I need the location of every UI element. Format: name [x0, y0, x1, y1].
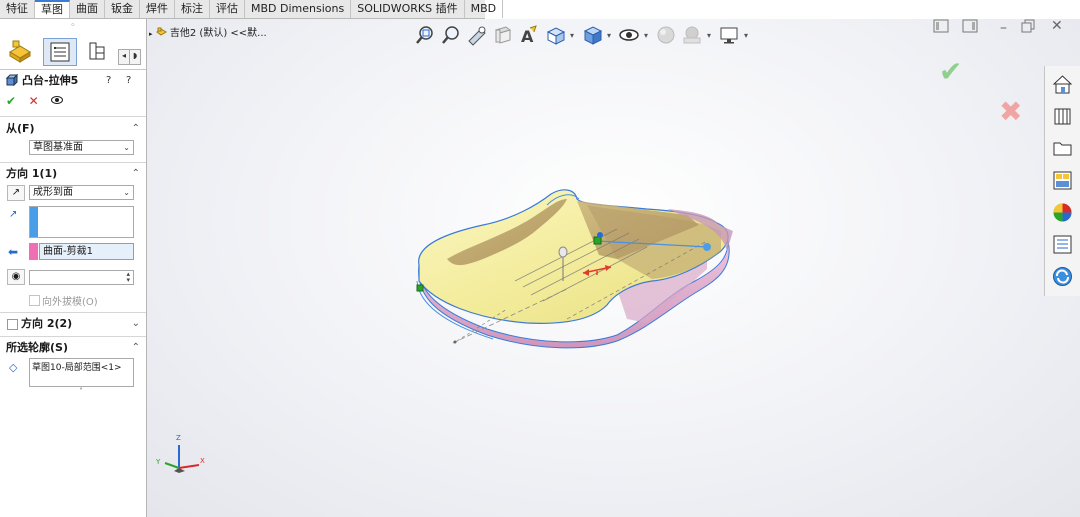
- property-manager: ◦ ◂ ◗ 凸台-拉伸5 ? ? ✔ ✕ 从(F) ⌃ 草图基准面 ⌄ 方向 1…: [0, 19, 147, 517]
- end-condition-combo[interactable]: 成形到面 ⌄: [29, 185, 134, 200]
- sketch-point[interactable]: [597, 232, 603, 238]
- tab-surfaces[interactable]: 曲面: [70, 0, 105, 18]
- sketch-point[interactable]: [593, 236, 602, 245]
- contours-header-text: 所选轮廓(S): [6, 341, 68, 354]
- tab-mbd[interactable]: MBD: [465, 0, 504, 18]
- face-select-icon: ⬅: [8, 245, 19, 259]
- contour-icon: ◇: [9, 361, 18, 374]
- selected-contours-header[interactable]: 所选轮廓(S) ⌃: [0, 340, 146, 356]
- tab-sheet-metal[interactable]: 钣金: [105, 0, 140, 18]
- spinner-icon[interactable]: ▴ ▾: [126, 271, 130, 284]
- feature-title: 凸台-拉伸5 ? ?: [5, 72, 142, 90]
- whats-new-icon[interactable]: ?: [126, 72, 131, 90]
- configuration-icon: [89, 42, 105, 60]
- custom-properties-icon[interactable]: [1050, 232, 1075, 257]
- feature-manager-tab[interactable]: [4, 38, 38, 66]
- solidworks-resources-icon[interactable]: [1050, 72, 1075, 97]
- end-condition-value: 成形到面: [33, 187, 73, 198]
- direction-selection-box[interactable]: [29, 206, 134, 238]
- chevron-down-icon: ⌄: [123, 143, 130, 152]
- selection-pink-bar: [29, 243, 38, 260]
- sketch-point[interactable]: [416, 284, 424, 292]
- direction1-header-text: 方向 1(1): [6, 167, 58, 180]
- expand-chevron-icon[interactable]: ⌄: [132, 316, 140, 332]
- chevron-down-icon: ⌄: [123, 188, 130, 197]
- appearances-icon[interactable]: [1050, 200, 1075, 225]
- tab-annotation[interactable]: 标注: [175, 0, 210, 18]
- from-section-header[interactable]: 从(F) ⌃: [0, 121, 146, 137]
- tabs-scroll-left[interactable]: ◂: [118, 49, 130, 65]
- extrude-icon: [5, 73, 19, 87]
- contour-item[interactable]: 草图10-局部范围<1>: [30, 359, 133, 374]
- tab-weldments[interactable]: 焊件: [140, 0, 175, 18]
- guitar-body-model[interactable]: [147, 19, 1080, 517]
- offset-distance-field[interactable]: ▴ ▾: [29, 270, 134, 285]
- collapse-chevron-icon[interactable]: ⌃: [132, 166, 140, 182]
- offset-distance-icon: ◉: [7, 269, 25, 285]
- tab-sketch[interactable]: 草图: [35, 0, 70, 18]
- triad-z-label: Z: [176, 434, 181, 442]
- feature-tree-icon: [9, 40, 31, 63]
- task-pane: [1044, 66, 1080, 296]
- property-manager-tab[interactable]: [43, 38, 77, 66]
- selection-color-bar: [30, 207, 38, 237]
- direction2-section-header[interactable]: 方向 2(2) ⌄: [0, 316, 146, 332]
- draft-outward-label: 向外拔模(O): [42, 297, 98, 308]
- draft-outward-checkbox[interactable]: [29, 295, 40, 306]
- configuration-manager-tab[interactable]: [82, 38, 116, 66]
- triad-y-label: Y: [156, 458, 161, 466]
- tab-evaluate[interactable]: 评估: [210, 0, 245, 18]
- file-explorer-icon[interactable]: [1050, 136, 1075, 161]
- divider: [0, 116, 146, 117]
- tab-features[interactable]: 特征: [0, 0, 35, 18]
- from-header-text: 从(F): [6, 122, 35, 135]
- feature-title-text: 凸台-拉伸5: [22, 74, 79, 87]
- direction-vector-icon: ↗: [9, 209, 18, 220]
- graphics-area[interactable]: ▸ 吉他2 (默认) <<默... A ▾ ▾ ▾ ▾ ▾ – ✕ ✔ ✖ Z …: [147, 19, 1080, 517]
- direction1-section-header[interactable]: 方向 1(1) ⌃: [0, 166, 146, 182]
- tab-solidworks-addins[interactable]: SOLIDWORKS 插件: [351, 0, 465, 18]
- reverse-direction-icon[interactable]: ↗: [7, 185, 25, 201]
- collapse-chevron-icon[interactable]: ⌃: [132, 121, 140, 137]
- panel-grip[interactable]: ◦: [0, 19, 146, 33]
- from-combo-value: 草图基准面: [33, 142, 83, 153]
- sketch-point[interactable]: [703, 243, 711, 251]
- action-row: ✔ ✕: [6, 94, 72, 110]
- view-palette-icon[interactable]: [1050, 168, 1075, 193]
- forum-icon[interactable]: [1050, 264, 1075, 289]
- face-selection-field[interactable]: 曲面-剪裁1: [39, 243, 134, 260]
- tabs-scroll-right[interactable]: ◗: [130, 49, 141, 65]
- property-list-icon: [50, 42, 70, 62]
- ok-button[interactable]: ✔: [6, 94, 16, 108]
- divider: [0, 312, 146, 313]
- manager-tabs: ◂ ◗: [0, 36, 146, 70]
- triad-x-label: X: [200, 457, 205, 465]
- from-combo[interactable]: 草图基准面 ⌄: [29, 140, 134, 155]
- face-selection-value: 曲面-剪裁1: [43, 246, 93, 257]
- collapse-chevron-icon[interactable]: ⌃: [132, 340, 140, 356]
- direction2-header-text: 方向 2(2): [21, 317, 73, 330]
- divider: [0, 336, 146, 337]
- tab-mbd-dimensions[interactable]: MBD Dimensions: [245, 0, 352, 18]
- resize-handle[interactable]: •: [79, 385, 83, 393]
- contours-list[interactable]: 草图10-局部范围<1>: [29, 358, 134, 387]
- divider: [0, 162, 146, 163]
- preview-eye-icon[interactable]: [51, 95, 64, 108]
- cancel-button[interactable]: ✕: [29, 94, 39, 108]
- command-manager-tabs: 特征 草图 曲面 钣金 焊件 标注 评估 MBD Dimensions SOLI…: [0, 0, 504, 19]
- design-library-icon[interactable]: [1050, 104, 1075, 129]
- help-icon[interactable]: ?: [106, 72, 111, 90]
- reference-triad: Z X Y: [155, 434, 205, 477]
